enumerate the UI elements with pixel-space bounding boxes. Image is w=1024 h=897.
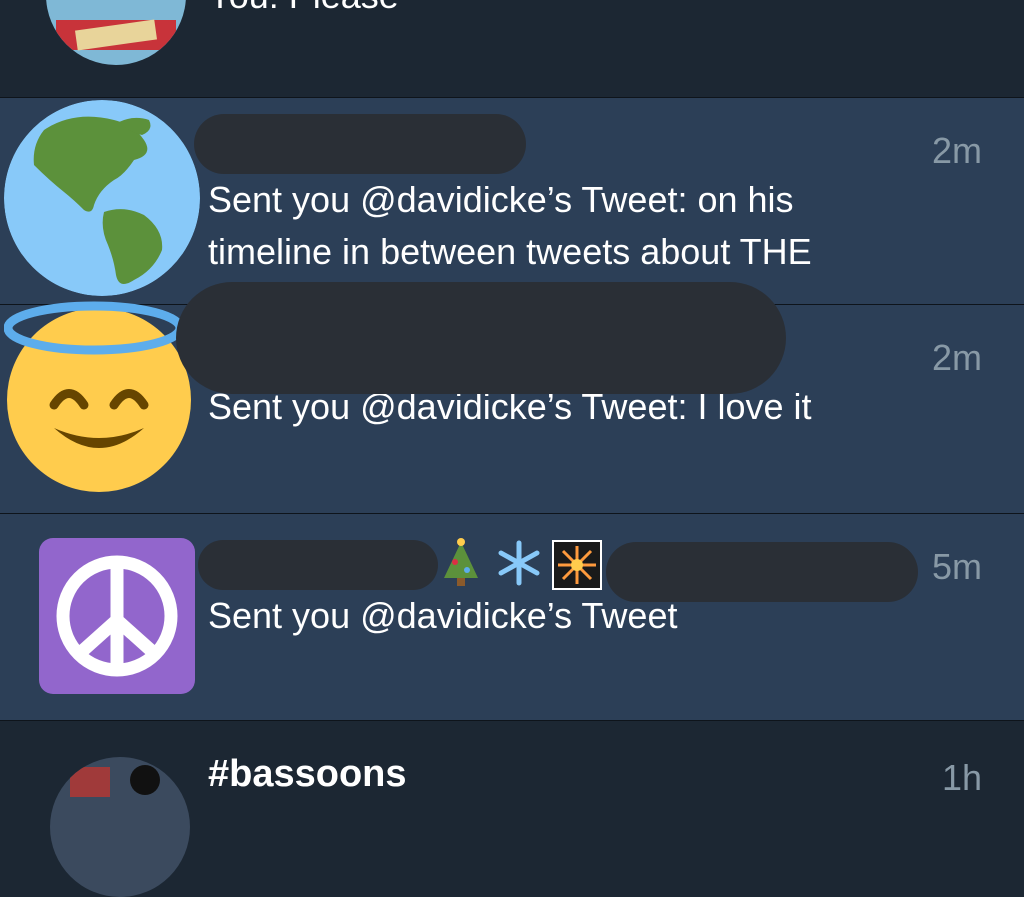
- dm-conversation-list: You: Please 2m Sent you @davidicke’s Twe…: [0, 0, 1024, 897]
- timestamp: 5m: [931, 546, 982, 587]
- message-preview: You: Please: [208, 0, 399, 22]
- conversation-row[interactable]: #bassoons 1h: [0, 721, 1024, 897]
- group-photo-avatar[interactable]: [50, 757, 190, 897]
- decorated-portrait-avatar[interactable]: [46, 0, 186, 65]
- message-preview: Sent you @davidicke’s Tweet: [208, 595, 678, 636]
- smiling-face-with-halo-icon[interactable]: [4, 300, 194, 495]
- christmas-tree-icon: [440, 538, 482, 588]
- conversation-row[interactable]: 2m Sent you @davidicke’s Tweet: on his t…: [0, 98, 1024, 304]
- fireworks-icon: [552, 540, 602, 590]
- conversation-row[interactable]: 5m Sent you @davidicke’s Tweet: [0, 514, 1024, 720]
- redacted-sender-name: [194, 114, 526, 174]
- timestamp: 2m: [931, 130, 982, 171]
- redacted-sender-name: [176, 282, 786, 394]
- timestamp: 1h: [941, 757, 982, 798]
- conversation-row[interactable]: You: Please: [0, 0, 1024, 97]
- message-preview-line1: Sent you @davidicke’s Tweet: on his: [208, 179, 794, 220]
- timestamp: 2m: [931, 337, 982, 378]
- peace-symbol-icon[interactable]: [39, 538, 195, 694]
- message-preview-line2: timeline in between tweets about THE: [208, 231, 812, 272]
- globe-americas-icon[interactable]: [4, 100, 200, 296]
- snowflake-icon: [496, 540, 542, 586]
- redacted-sender-name: [198, 540, 438, 590]
